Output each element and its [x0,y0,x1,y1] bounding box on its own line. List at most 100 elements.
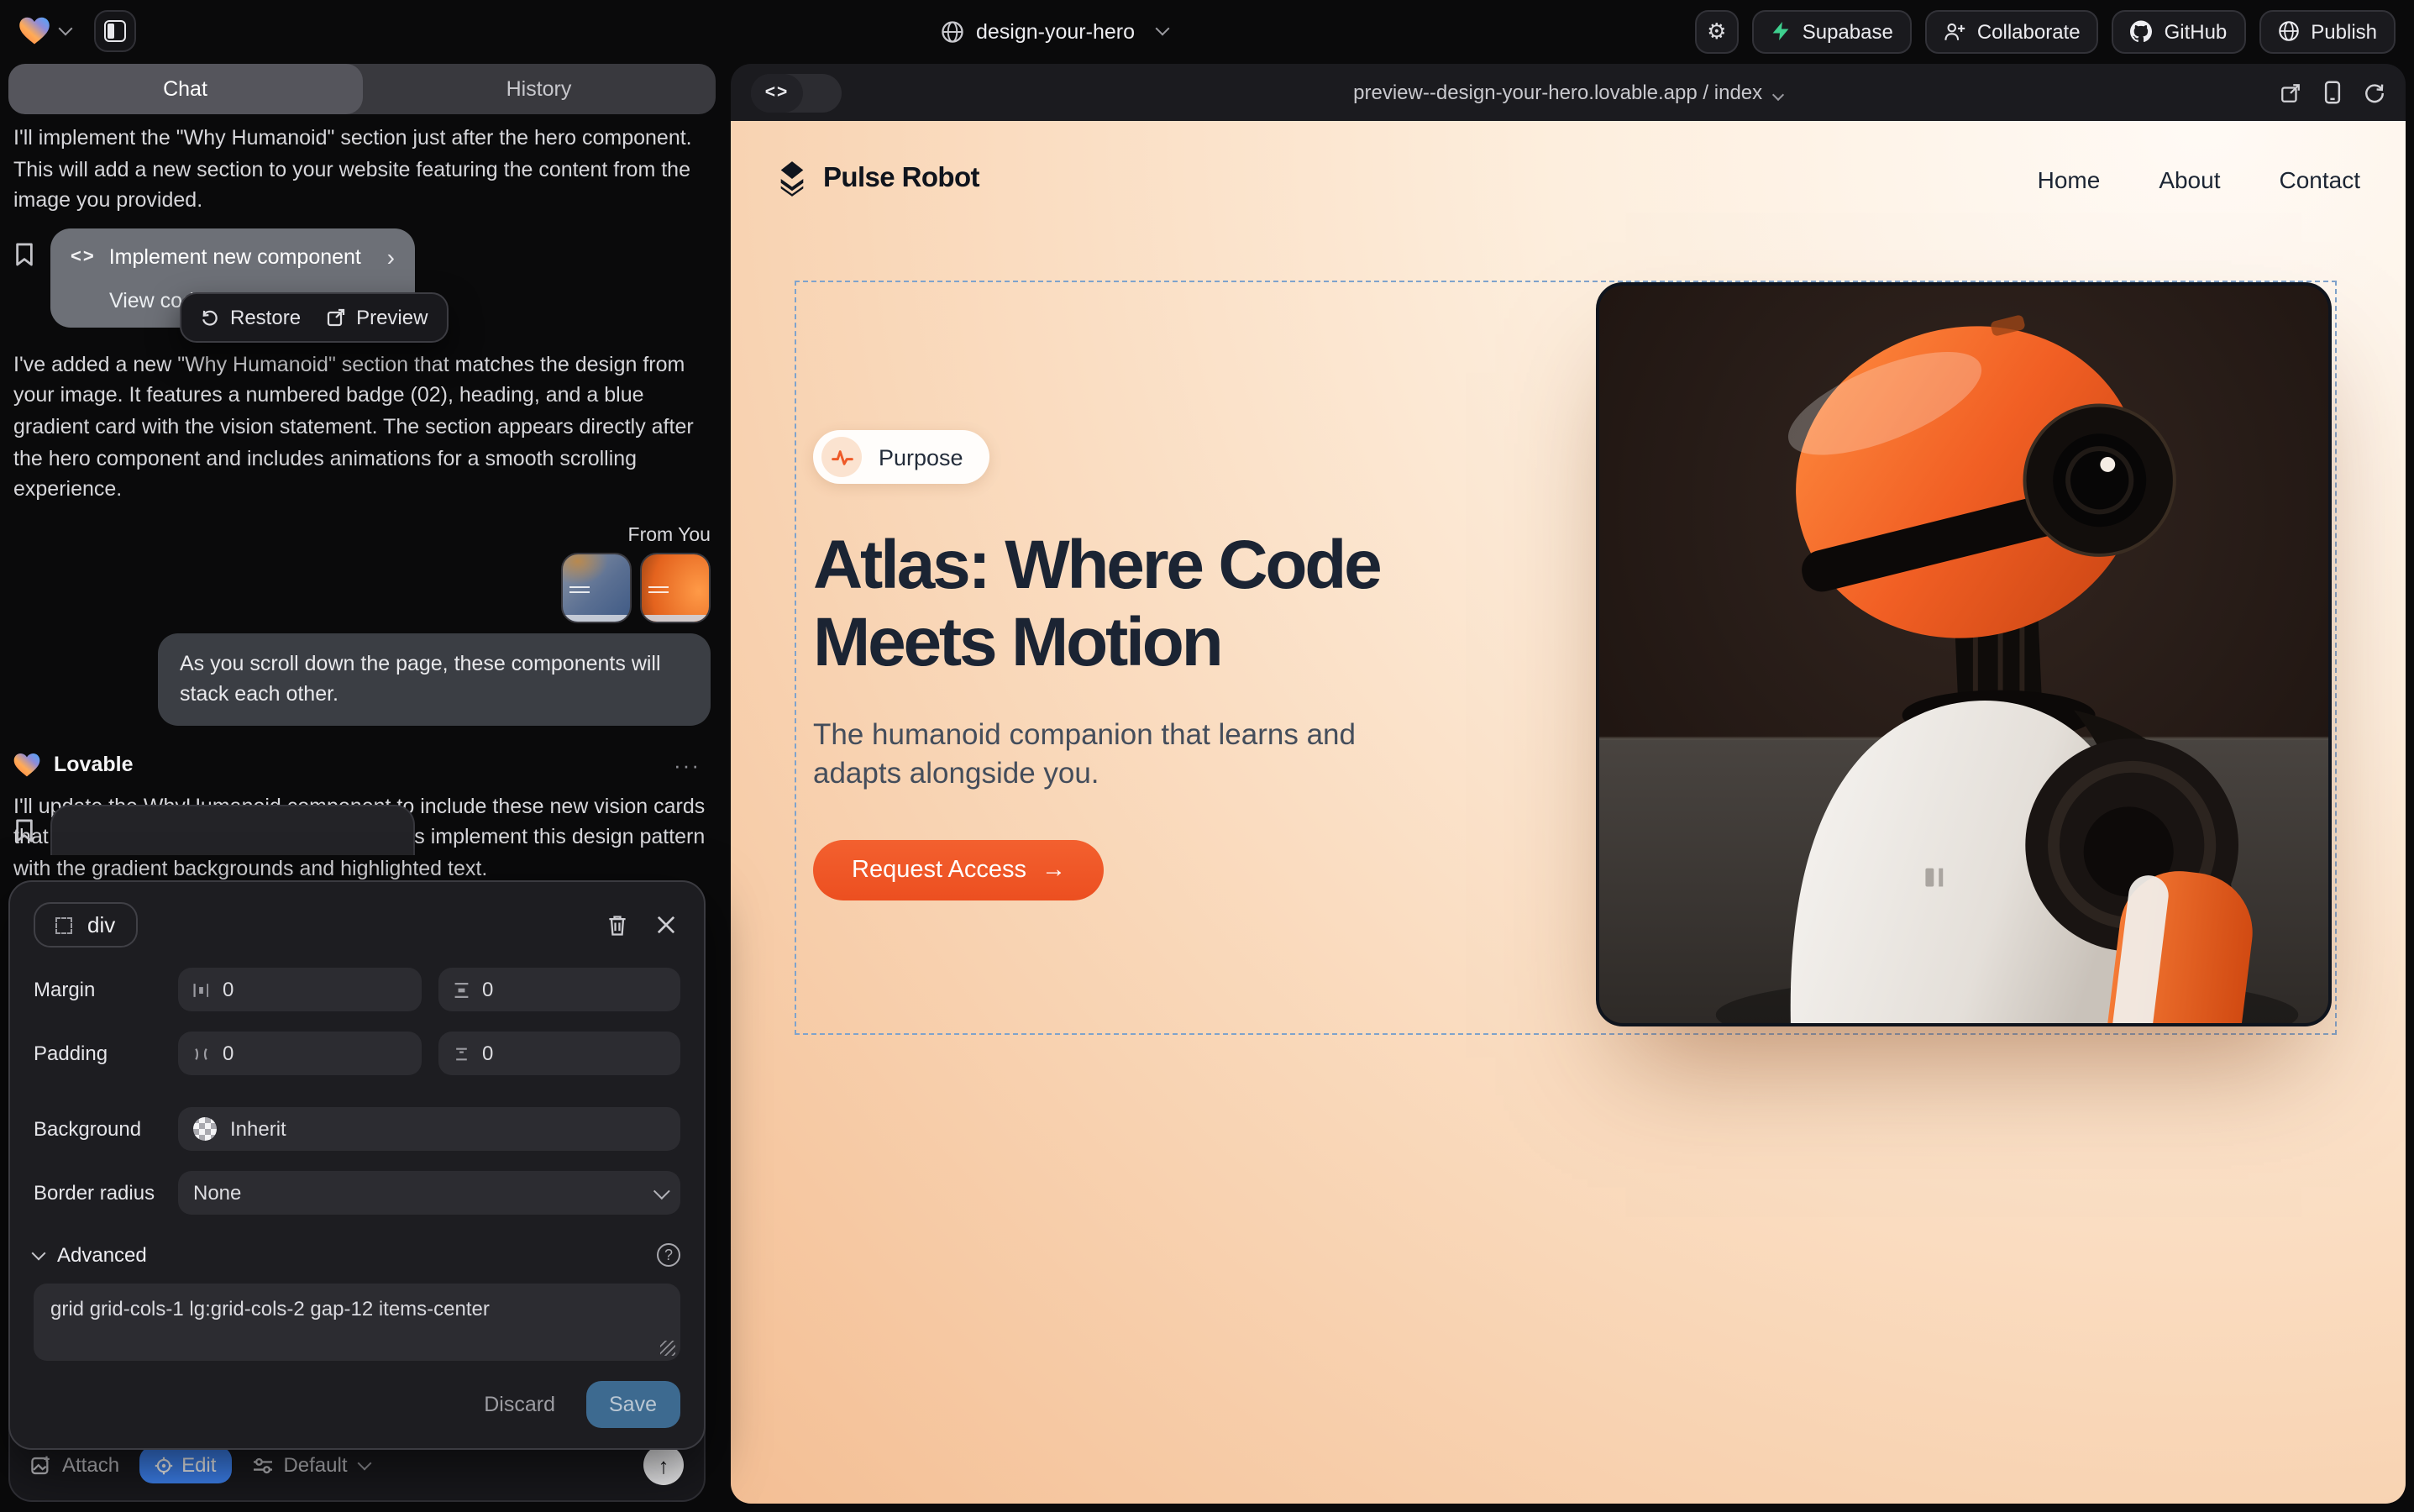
margin-x-field[interactable] [178,968,421,1011]
hero-headline: Atlas: Where Code Meets Motion [813,526,1552,680]
nav-link-about[interactable]: About [2159,165,2220,192]
open-in-new-icon[interactable] [2280,81,2301,103]
nav-link-contact[interactable]: Contact [2280,165,2361,192]
element-inspector-panel: div Margin [8,880,706,1450]
restore-icon [200,307,220,328]
code-preview-toggle[interactable]: <> [751,73,842,112]
component-card-row-2 [13,805,721,855]
toggle-sidebar-button[interactable] [94,10,136,52]
preview-url-bar[interactable]: preview--design-your-hero.lovable.app / … [731,81,2406,104]
padding-label: Padding [34,1042,178,1065]
advanced-section-toggle[interactable]: Advanced ? [34,1243,680,1267]
background-field[interactable]: Inherit [178,1107,680,1151]
chevron-down-icon [32,1246,46,1260]
chevron-down-icon [653,1182,670,1199]
help-icon[interactable]: ? [657,1243,680,1267]
preview-url: preview--design-your-hero.lovable.app [1353,81,1698,104]
margin-label: Margin [34,978,178,1001]
arrow-right-icon: → [1042,857,1066,884]
external-link-icon [326,307,346,328]
edit-mode-button[interactable]: Edit [139,1446,231,1483]
padding-x-input[interactable] [223,1042,406,1065]
margin-y-field[interactable] [438,968,680,1011]
classes-textarea[interactable]: grid grid-cols-1 lg:grid-cols-2 gap-12 i… [34,1284,680,1361]
component-card-title: Implement new component [109,245,361,269]
chevron-down-icon [357,1456,371,1470]
chevron-down-icon [1773,89,1785,101]
nav-link-home[interactable]: Home [2038,165,2101,192]
target-icon [155,1456,173,1474]
sidebar-panel-icon [104,20,126,42]
padding-y-input[interactable] [482,1042,665,1065]
project-chevron-icon [1155,22,1169,36]
bookmark-icon[interactable] [13,242,35,267]
chat-sidebar: Chat History I'll implement the "Why Hum… [8,64,716,1504]
send-button[interactable]: ↑ [643,1445,684,1485]
supabase-button[interactable]: Supabase [1752,9,1912,53]
model-mode-dropdown[interactable]: Default [251,1453,369,1477]
hero-content: Purpose Atlas: Where Code Meets Motion T… [813,430,1552,900]
from-you-label: From You [13,526,711,546]
attach-button[interactable]: Attach [30,1453,119,1477]
delete-element-button[interactable] [606,913,628,937]
tab-history[interactable]: History [362,64,716,114]
site-viewport: Pulse Robot Home About Contact Purpose [731,121,2406,1504]
github-button[interactable]: GitHub [2112,9,2246,53]
chevron-right-icon: › [387,244,395,270]
resize-grip-icon[interactable] [660,1341,675,1356]
background-label: Background [34,1117,178,1141]
project-selector[interactable]: design-your-hero [941,0,1167,62]
advanced-label: Advanced [57,1243,147,1267]
collaborate-icon [1944,21,1965,41]
sidebar-tabs: Chat History [8,64,716,114]
tab-chat[interactable]: Chat [8,64,362,114]
request-access-button[interactable]: Request Access → [813,840,1105,900]
margin-y-input[interactable] [482,978,665,1001]
restore-button[interactable]: Restore [200,306,301,329]
element-tag: div [87,912,115,937]
settings-button[interactable]: ⚙ [1695,9,1739,53]
publish-button[interactable]: Publish [2259,9,2396,53]
padding-x-field[interactable] [178,1032,421,1075]
refresh-icon[interactable] [2364,81,2385,103]
pulse-robot-logo-icon [776,161,808,197]
margin-x-input[interactable] [223,978,406,1001]
top-bar-actions: ⚙ Supabase Collaborate Gi [1695,9,2396,53]
padding-y-field[interactable] [438,1032,680,1075]
collaborate-button[interactable]: Collaborate [1925,9,2099,53]
app-window: design-your-hero ⚙ Supabase Collaborate [0,0,2414,1512]
padding-vertical-icon [453,1044,469,1063]
bookmark-icon[interactable] [13,818,35,843]
message-menu-button[interactable]: ··· [674,753,701,778]
preview-page: index [1714,81,1762,104]
border-radius-select[interactable]: None [178,1171,680,1215]
attach-image-icon [30,1454,52,1476]
attachment-thumbnail[interactable] [561,553,632,623]
save-button[interactable]: Save [585,1381,680,1428]
assistant-message: I'll implement the "Why Humanoid" sectio… [13,123,711,217]
component-card-partial[interactable] [50,805,415,855]
project-name: design-your-hero [976,19,1135,43]
assistant-name: Lovable [54,753,134,777]
code-toggle-icon[interactable]: <> [751,73,803,112]
top-bar: design-your-hero ⚙ Supabase Collaborate [0,0,2414,62]
border-radius-value: None [193,1181,241,1205]
attachment-thumbnails [13,553,711,623]
padding-horizontal-icon [193,1044,209,1063]
attachment-thumbnail[interactable] [640,553,711,623]
publish-globe-icon [2277,20,2299,42]
mobile-view-icon[interactable] [2323,81,2342,104]
preview-button[interactable]: Preview [326,306,428,329]
component-card-row: <> Implement new component › View code R… [13,228,711,328]
close-icon[interactable] [657,916,675,934]
lovable-logo-icon[interactable] [18,17,50,45]
assistant-header: Lovable ··· [13,753,711,778]
margin-vertical-icon [453,980,469,999]
discard-button[interactable]: Discard [484,1393,555,1416]
logo-menu-chevron-icon[interactable] [59,22,73,36]
hero-robot-image [1596,282,2332,1026]
site-brand[interactable]: Pulse Robot [776,161,979,197]
user-message-bubble: As you scroll down the page, these compo… [158,633,711,726]
element-outline-icon [55,916,72,933]
selected-element-chip[interactable]: div [34,902,137,948]
